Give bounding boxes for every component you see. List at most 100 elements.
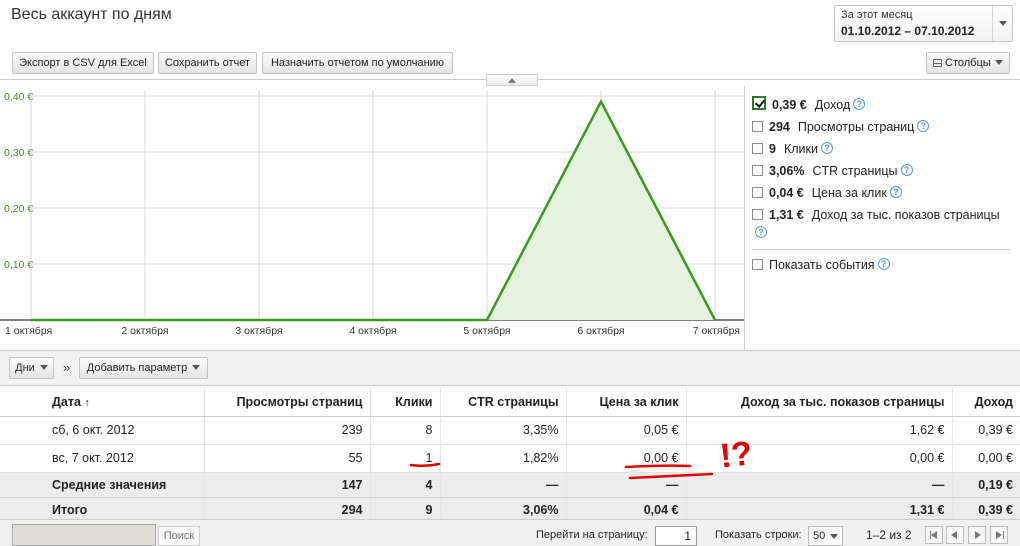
goto-page-input[interactable]: 1 (655, 526, 697, 546)
cell-pageviews: 55 (203, 444, 370, 473)
help-icon[interactable]: ? (853, 98, 866, 110)
cell-date: вс, 7 окт. 2012 (0, 444, 204, 473)
breadcrumb-separator: » (63, 360, 71, 375)
next-page-icon (975, 531, 981, 539)
cell-rpm: — (685, 472, 952, 498)
metric-value: 9 (769, 142, 776, 156)
add-parameter-dropdown[interactable]: Добавить параметр (79, 357, 208, 379)
help-icon[interactable]: ? (889, 186, 902, 198)
cell-ctr: 1,82% (439, 444, 566, 473)
search-button[interactable]: Поиск (158, 526, 200, 546)
add-parameter-label: Добавить параметр (86, 362, 188, 374)
help-icon[interactable]: ? (877, 258, 890, 270)
chevron-down-icon (39, 365, 48, 370)
cell-label: Средние значения (0, 472, 204, 498)
chevron-down-icon (994, 60, 1003, 65)
cell-ctr: 3,35% (439, 416, 566, 445)
metric-checkbox[interactable] (752, 143, 763, 154)
events-label: Показать события (769, 258, 875, 272)
help-icon[interactable]: ? (755, 226, 767, 238)
cell-clicks: 1 (369, 444, 440, 473)
table-row: сб, 6 окт. 2012 239 8 3,35% 0,05 € 1,62 … (0, 416, 1020, 445)
metric-checkbox[interactable] (752, 187, 763, 198)
metric-label: Доход (814, 98, 851, 112)
cell-ctr: — (439, 472, 566, 498)
dimension-dropdown[interactable]: Дни (9, 357, 54, 379)
columns-label: Столбцы (945, 57, 991, 69)
averages-row: Средние значения 147 4 — — — 0,19 € (0, 472, 1020, 498)
column-header-cpc[interactable]: Цена за клик (565, 388, 686, 417)
x-tick-label: 7 октября (693, 325, 740, 337)
metric-rpm[interactable]: 1,31 € Доход за тыс. показов страницы? (752, 206, 1012, 242)
set-default-report-button[interactable]: Назначить отчетом по умолчанию (262, 52, 453, 74)
last-page-button[interactable] (990, 526, 1008, 544)
x-tick-label: 6 октября (577, 325, 624, 337)
column-header-revenue[interactable]: Доход (951, 388, 1020, 417)
column-header-rpm[interactable]: Доход за тыс. показов страницы (685, 388, 952, 417)
column-header-date[interactable]: Дата ↑ (0, 388, 204, 417)
rows-per-page-value: 50 (813, 530, 826, 542)
date-range-value: 01.10.2012 – 07.10.2012 (841, 24, 975, 38)
help-icon[interactable]: ? (917, 120, 930, 132)
metric-value: 1,31 € (769, 208, 804, 222)
date-range-label: За этот месяц (841, 9, 913, 21)
metric-pageviews[interactable]: 294 Просмотры страниц? (752, 118, 1012, 136)
metric-checkbox[interactable] (752, 96, 766, 110)
y-tick-label: 0,10 € (4, 259, 33, 271)
cell-revenue: 0,39 € (951, 416, 1020, 445)
cell-rpm: 0,00 € (685, 444, 952, 473)
column-header-pageviews[interactable]: Просмотры страниц (203, 388, 370, 417)
export-csv-button[interactable]: Экспорт в CSV для Excel (12, 52, 154, 74)
metric-clicks[interactable]: 9 Клики? (752, 140, 1012, 158)
goto-page-label: Перейти на страницу: (536, 529, 648, 541)
metric-cpc[interactable]: 0,04 € Цена за клик? (752, 184, 1012, 202)
x-tick-label: 2 октября (121, 325, 168, 337)
chevron-down-icon (999, 21, 1007, 26)
rows-per-page-select[interactable]: 50 (808, 526, 843, 546)
help-icon[interactable]: ? (900, 164, 913, 176)
cell-clicks: 4 (369, 472, 440, 498)
cell-cpc: — (565, 472, 686, 498)
last-page-icon (996, 531, 1002, 539)
events-checkbox[interactable] (752, 259, 763, 270)
metric-ctr[interactable]: 3,06% CTR страницы? (752, 162, 1012, 180)
rows-per-page-label: Показать строки: (715, 529, 802, 541)
cell-rpm: 1,62 € (685, 416, 952, 445)
chevron-down-icon (192, 365, 201, 370)
first-page-icon (931, 531, 937, 539)
cell-pageviews: 147 (203, 472, 370, 498)
save-report-button[interactable]: Сохранить отчет (158, 52, 257, 74)
metric-value: 0,39 € (772, 98, 807, 112)
show-events-toggle[interactable]: Показать события? (752, 258, 890, 272)
metric-value: 294 (769, 120, 790, 134)
cell-clicks: 8 (369, 416, 440, 445)
date-range-dropdown-button[interactable] (992, 6, 1012, 41)
x-tick-label: 5 октября (463, 325, 510, 337)
search-input[interactable] (12, 524, 156, 546)
metric-checkbox[interactable] (752, 209, 763, 220)
prev-page-button[interactable] (946, 526, 964, 544)
x-tick-label: 3 октября (235, 325, 282, 337)
chart-divider (744, 86, 745, 350)
help-icon[interactable]: ? (820, 142, 833, 154)
revenue-chart: 0,10 € 0,20 € 0,30 € 0,40 € 1 октября 2 октяб… (0, 90, 744, 337)
cell-cpc: 0,00 € (565, 444, 686, 473)
sort-arrow-icon: ↑ (84, 396, 90, 409)
pager-info: 1–2 из 2 (866, 528, 912, 542)
prev-page-icon (951, 531, 957, 539)
metric-value: 0,04 € (769, 186, 804, 200)
metric-revenue[interactable]: 0,39 € Доход? (752, 96, 1012, 114)
first-page-button[interactable] (925, 526, 943, 544)
metric-checkbox[interactable] (752, 165, 763, 176)
page-title: Весь аккаунт по дням (11, 6, 172, 23)
column-header-ctr[interactable]: CTR страницы (439, 388, 566, 417)
next-page-button[interactable] (968, 526, 986, 544)
x-tick-label: 1 октября (5, 325, 52, 337)
metric-checkbox[interactable] (752, 121, 763, 132)
column-header-clicks[interactable]: Клики (369, 388, 440, 417)
date-range-picker[interactable]: За этот месяц 01.10.2012 – 07.10.2012 (834, 5, 1013, 42)
collapse-chart-toggle[interactable] (486, 74, 538, 86)
x-tick-label: 4 октября (349, 325, 396, 337)
columns-button[interactable]: Столбцы (926, 52, 1010, 74)
columns-icon (933, 59, 942, 67)
